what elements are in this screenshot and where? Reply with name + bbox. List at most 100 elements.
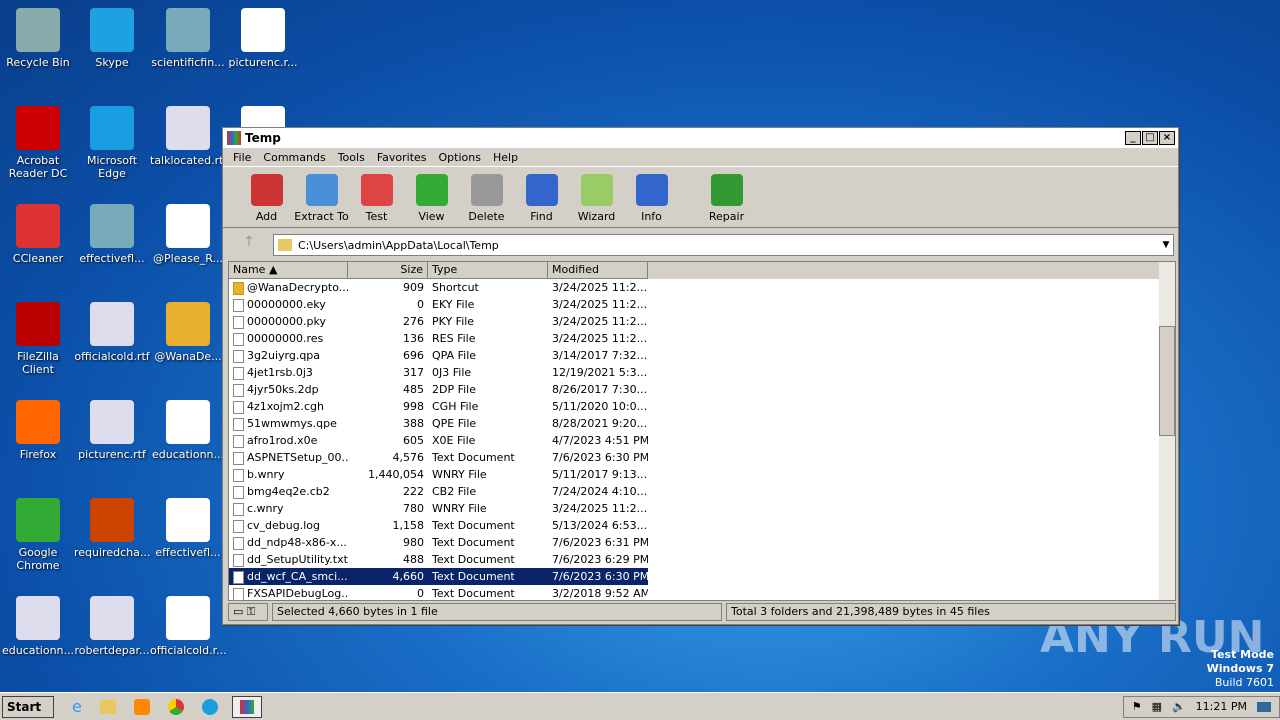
desktop-icon[interactable]: effectivefl... bbox=[150, 498, 226, 559]
file-row[interactable]: 3g2uiyrg.qpa 696 QPA File 3/14/2017 7:32... bbox=[229, 347, 1175, 364]
menu-file[interactable]: File bbox=[227, 151, 257, 164]
drive-icon[interactable]: ▭ ⚿ bbox=[228, 603, 268, 621]
file-icon bbox=[16, 106, 60, 150]
maximize-button[interactable]: □ bbox=[1142, 131, 1158, 145]
file-row[interactable]: 00000000.pky 276 PKY File 3/24/2025 11:2... bbox=[229, 313, 1175, 330]
file-row[interactable]: 00000000.eky 0 EKY File 3/24/2025 11:2... bbox=[229, 296, 1175, 313]
address-bar: ↑ C:\Users\admin\AppData\Local\Temp ▼ bbox=[229, 234, 1174, 256]
file-name: FXSAPIDebugLog... bbox=[247, 587, 348, 600]
minimize-button[interactable]: _ bbox=[1125, 131, 1141, 145]
title-bar[interactable]: Temp _ □ × bbox=[223, 128, 1178, 148]
chevron-down-icon[interactable]: ▼ bbox=[1159, 240, 1173, 250]
file-row[interactable]: @WanaDecrypto... 909 Shortcut 3/24/2025 11:… bbox=[229, 279, 1175, 296]
file-size: 4,660 bbox=[348, 568, 428, 585]
file-row[interactable]: FXSAPIDebugLog... 0 Text Document 3/2/2018 … bbox=[229, 585, 1175, 602]
column-header-type[interactable]: Type bbox=[428, 262, 548, 279]
file-row[interactable]: dd_SetupUtility.txt 488 Text Document 7/6/2… bbox=[229, 551, 1175, 568]
explorer-icon[interactable] bbox=[99, 699, 116, 714]
clock[interactable]: 11:21 PM bbox=[1196, 700, 1247, 713]
test-icon bbox=[360, 174, 393, 206]
media-player-icon[interactable] bbox=[133, 698, 150, 715]
menu-favorites[interactable]: Favorites bbox=[371, 151, 433, 164]
desktop-icon[interactable]: talklocated.rtf bbox=[150, 106, 227, 167]
file-row[interactable]: bmg4eq2e.cb2 222 CB2 File 7/24/2024 4:10... bbox=[229, 483, 1175, 500]
desktop-icon[interactable]: @WanaDe... bbox=[150, 302, 226, 363]
extract-to-button[interactable]: Extract To bbox=[294, 174, 349, 223]
ie-icon[interactable]: e bbox=[72, 697, 82, 716]
file-size: 605 bbox=[403, 434, 424, 447]
chrome-icon[interactable] bbox=[167, 698, 184, 715]
desktop-icon[interactable]: Microsoft Edge bbox=[74, 106, 150, 180]
file-row[interactable]: 4jyr50ks.2dp 485 2DP File 8/26/2017 7:30... bbox=[229, 381, 1175, 398]
column-header-modified[interactable]: Modified bbox=[548, 262, 648, 279]
file-modified: 7/6/2023 6:29 PM bbox=[552, 553, 648, 566]
menu-tools[interactable]: Tools bbox=[332, 151, 371, 164]
add-button[interactable]: Add bbox=[239, 174, 294, 223]
desktop-icon[interactable]: Google Chrome bbox=[0, 498, 76, 572]
desktop-icon[interactable]: Acrobat Reader DC bbox=[0, 106, 76, 180]
repair-button[interactable]: Repair bbox=[699, 174, 754, 223]
file-type: Text Document bbox=[432, 587, 515, 600]
edge-icon[interactable] bbox=[201, 698, 218, 715]
address-field[interactable]: C:\Users\admin\AppData\Local\Temp ▼ bbox=[273, 234, 1174, 256]
find-button[interactable]: Find bbox=[514, 174, 569, 223]
file-row[interactable]: 4z1xojm2.cgh 998 CGH File 5/11/2020 10:0... bbox=[229, 398, 1175, 415]
file-name: dd_SetupUtility.txt bbox=[247, 553, 348, 566]
desktop-icon[interactable]: scientificfin... bbox=[150, 8, 226, 69]
flag-icon[interactable]: ⚑ bbox=[1132, 700, 1142, 713]
test-button[interactable]: Test bbox=[349, 174, 404, 223]
show-desktop-icon[interactable] bbox=[1257, 701, 1271, 712]
desktop-icon[interactable]: FileZilla Client bbox=[0, 302, 76, 376]
column-header-name[interactable]: Name ▲ bbox=[229, 262, 348, 279]
desktop-icon[interactable]: officialcold.rtf bbox=[74, 302, 150, 363]
file-icon bbox=[233, 434, 244, 448]
file-row[interactable]: 4jet1rsb.0j3 317 0J3 File 12/19/2021 5:3... bbox=[229, 364, 1175, 381]
file-row[interactable]: afro1rod.x0e 605 X0E File 4/7/2023 4:51 PM bbox=[229, 432, 1175, 449]
network-icon[interactable]: ▦ bbox=[1152, 700, 1162, 713]
view-button[interactable]: View bbox=[404, 174, 459, 223]
desktop-icon[interactable]: picturenc.r... bbox=[225, 8, 301, 69]
file-row[interactable]: cv_debug.log 1,158 Text Document 5/13/2024 … bbox=[229, 517, 1175, 534]
file-icon bbox=[233, 536, 244, 550]
desktop-icon[interactable]: robertdepar... bbox=[74, 596, 150, 657]
file-icon bbox=[90, 204, 134, 248]
menu-options[interactable]: Options bbox=[433, 151, 487, 164]
volume-icon[interactable]: 🔈 bbox=[1172, 700, 1186, 713]
file-row[interactable]: ASPNETSetup_00... 4,576 Text Document 7/6/2… bbox=[229, 449, 1175, 466]
menu-commands[interactable]: Commands bbox=[257, 151, 331, 164]
desktop-icon[interactable]: requiredcha... bbox=[74, 498, 150, 559]
file-row[interactable]: dd_wcf_CA_smci... 4,660 Text Document 7/6/2… bbox=[229, 568, 1175, 585]
info-button[interactable]: Info bbox=[624, 174, 679, 223]
up-arrow-icon[interactable]: ↑ bbox=[229, 234, 269, 256]
file-row[interactable]: b.wnry 1,440,054 WNRY File 5/11/2017 9:13..… bbox=[229, 466, 1175, 483]
scroll-thumb[interactable] bbox=[1159, 326, 1175, 436]
file-row[interactable]: 51wmwmys.qpe 388 QPE File 8/28/2021 9:20... bbox=[229, 415, 1175, 432]
desktop-icon[interactable]: Skype bbox=[74, 8, 150, 69]
wizard-button[interactable]: Wizard bbox=[569, 174, 624, 223]
start-button[interactable]: Start bbox=[2, 695, 54, 718]
file-size: 136 bbox=[403, 332, 424, 345]
winrar-taskbar-button[interactable] bbox=[231, 695, 262, 718]
file-size: 980 bbox=[403, 536, 424, 549]
file-row[interactable]: c.wnry 780 WNRY File 3/24/2025 11:2... bbox=[229, 500, 1175, 517]
desktop-icon-label: Google Chrome bbox=[16, 546, 60, 572]
close-button[interactable]: × bbox=[1159, 131, 1175, 145]
file-row[interactable]: 00000000.res 136 RES File 3/24/2025 11:2... bbox=[229, 330, 1175, 347]
desktop-icon[interactable]: @Please_R... bbox=[150, 204, 226, 265]
file-size: 998 bbox=[403, 400, 424, 413]
vertical-scrollbar[interactable] bbox=[1159, 262, 1175, 600]
desktop-icon[interactable]: officialcold.r... bbox=[150, 596, 227, 657]
menu-help[interactable]: Help bbox=[487, 151, 524, 164]
file-modified: 5/11/2020 10:0... bbox=[552, 400, 648, 413]
desktop-icon[interactable]: educationn... bbox=[0, 596, 76, 657]
delete-button[interactable]: Delete bbox=[459, 174, 514, 223]
desktop-icon[interactable]: CCleaner bbox=[0, 204, 76, 265]
desktop-icon[interactable]: Recycle Bin bbox=[0, 8, 76, 69]
desktop-icon[interactable]: picturenc.rtf bbox=[74, 400, 150, 461]
desktop-icon[interactable]: effectivefl... bbox=[74, 204, 150, 265]
desktop-icon[interactable]: Firefox bbox=[0, 400, 76, 461]
file-row[interactable]: dd_ndp48-x86-x... 980 Text Document 7/6/202… bbox=[229, 534, 1175, 551]
desktop-icon[interactable]: educationn... bbox=[150, 400, 226, 461]
file-icon bbox=[233, 366, 244, 380]
column-header-size[interactable]: Size bbox=[348, 262, 428, 279]
